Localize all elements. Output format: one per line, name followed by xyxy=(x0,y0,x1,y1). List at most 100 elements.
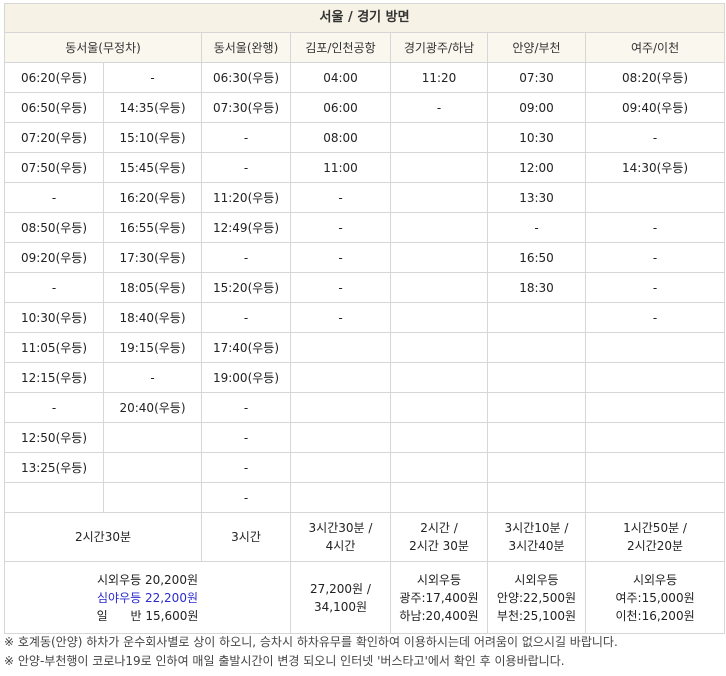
duration-line: 3시간40분 xyxy=(508,539,565,553)
schedule-cell xyxy=(390,302,488,333)
schedule-cell: 19:00(우등) xyxy=(201,362,291,393)
schedule-cell: - xyxy=(290,302,391,333)
schedule-cell xyxy=(487,302,586,333)
schedule-cell xyxy=(290,452,391,483)
fare-line: 27,200원 / xyxy=(310,581,371,596)
duration-line: 2시간 30분 xyxy=(409,539,469,553)
schedule-cell xyxy=(487,452,586,483)
schedule-cell xyxy=(103,422,202,453)
schedule-cell: 10:30(우등) xyxy=(4,302,104,333)
table-row: 06:20(우등) -06:30(우등) 04:00 11:20 07:30 08:20(… xyxy=(4,62,726,93)
duration-line: 4시간 xyxy=(325,539,356,553)
duration-anyang: 3시간10분 / 3시간40분 xyxy=(487,512,586,562)
fare-anyang: 시외우등 안양:22,500원 부천:25,100원 xyxy=(487,561,586,634)
schedule-cell: 06:20(우등) xyxy=(4,62,104,93)
schedule-cell: - xyxy=(201,242,291,273)
schedule-cell xyxy=(390,452,488,483)
schedule-cell: - xyxy=(4,392,104,423)
schedule-cell: - xyxy=(201,122,291,153)
schedule-cell xyxy=(290,482,391,513)
schedule-cell: 11:20 xyxy=(390,62,488,93)
schedule-cell: 16:50 xyxy=(487,242,586,273)
fare-line: 여주:15,000원 xyxy=(615,590,695,605)
schedule-cell: 17:40(우등) xyxy=(201,332,291,363)
schedule-cell: - xyxy=(584,302,726,333)
schedule-cell: 10:30 xyxy=(487,122,586,153)
schedule-cell xyxy=(584,422,726,453)
schedule-cell: - xyxy=(201,452,291,483)
schedule-cell xyxy=(103,452,202,483)
schedule-cell: 12:15(우등) xyxy=(4,362,104,393)
schedule-cell: 09:40(우등) xyxy=(584,92,726,123)
schedule-cell xyxy=(390,212,488,243)
schedule-cell: - xyxy=(584,272,726,303)
schedule-cell: 17:30(우등) xyxy=(103,242,202,273)
schedule-cell: - xyxy=(4,182,104,213)
schedule-cell xyxy=(290,362,391,393)
schedule-cell: 07:30(우등) xyxy=(201,92,291,123)
schedule-cell xyxy=(487,392,586,423)
schedule-cell xyxy=(390,332,488,363)
schedule-cell: 12:00 xyxy=(487,152,586,183)
schedule-cell: 15:10(우등) xyxy=(103,122,202,153)
fare-line: 광주:17,400원 xyxy=(399,590,479,605)
duration-gwangju: 2시간 / 2시간 30분 xyxy=(390,512,488,562)
schedule-cell: 20:40(우등) xyxy=(103,392,202,423)
notes: ※ 호계동(안양) 하차가 운수회사별로 상이 하오니, 승차시 하차유무를 확… xyxy=(4,633,724,671)
table-row: 06:50(우등) 14:35(우등) 07:30(우등) 06:00-09:00 09… xyxy=(4,92,726,123)
schedule-cell: 04:00 xyxy=(290,62,391,93)
schedule-cell xyxy=(390,392,488,423)
schedule-cell: - xyxy=(390,92,488,123)
schedule-cell: 09:00 xyxy=(487,92,586,123)
schedule-cell: - xyxy=(290,242,391,273)
schedule-cell: 07:20(우등) xyxy=(4,122,104,153)
duration-line: 3시간30분 / xyxy=(308,521,373,535)
schedule-cell xyxy=(290,392,391,423)
schedule-cell: 11:00 xyxy=(290,152,391,183)
header-anyang-bucheon: 안양/부천 xyxy=(487,32,586,63)
schedule-cell xyxy=(487,482,586,513)
schedule-cell: - xyxy=(584,242,726,273)
table-row: 09:20(우등) 17:30(우등) - -16:50- xyxy=(4,242,726,273)
fare-gwangju: 시외우등 광주:17,400원 하남:20,400원 xyxy=(390,561,488,634)
schedule-cell xyxy=(390,122,488,153)
schedule-cell: 06:00 xyxy=(290,92,391,123)
fare-line: 이천:16,200원 xyxy=(615,608,695,623)
schedule-cell xyxy=(584,452,726,483)
schedule-cell xyxy=(103,482,202,513)
duration-line: 3시간10분 / xyxy=(504,521,569,535)
fare-line: 시외우등 xyxy=(416,572,462,587)
duration-dongseoul-local: 3시간 xyxy=(201,512,291,562)
schedule-cell xyxy=(390,482,488,513)
schedule-cell: - xyxy=(201,392,291,423)
schedule-cell: 19:15(우등) xyxy=(103,332,202,363)
schedule-cell xyxy=(487,362,586,393)
fare-yeoju: 시외우등 여주:15,000원 이천:16,200원 xyxy=(584,561,726,634)
schedule-cell xyxy=(584,482,726,513)
schedule-cell: - xyxy=(201,482,291,513)
schedule-cell: 13:25(우등) xyxy=(4,452,104,483)
table-row: 10:30(우등) 18:40(우등) - - - xyxy=(4,302,726,333)
table-title: 서울 / 경기 방면 xyxy=(3,3,726,33)
fare-line: 시외우등 xyxy=(514,572,559,587)
fare-line: 안양:22,500원 xyxy=(496,590,577,605)
schedule-cell xyxy=(290,422,391,453)
fare-line: 시외우등 xyxy=(632,572,678,587)
schedule-cell: - xyxy=(290,182,391,213)
bus-timetable: 서울 / 경기 방면 동서울(무정차) 동서울(완행) 김포/인천공항 경기광주… xyxy=(3,3,726,634)
schedule-cell: 14:30(우등) xyxy=(584,152,726,183)
schedule-cell: - xyxy=(584,212,726,243)
table-row: 07:50(우등) 15:45(우등) -11:00 12:00 14:30(우등) xyxy=(4,152,726,183)
schedule-cell: 15:20(우등) xyxy=(201,272,291,303)
schedule-cell xyxy=(584,392,726,423)
table-row: 12:50(우등) - xyxy=(4,422,726,453)
table-row: 08:50(우등) 16:55(우등) 12:49(우등) - - - xyxy=(4,212,726,243)
schedule-cell: 12:50(우등) xyxy=(4,422,104,453)
duration-airport: 3시간30분 / 4시간 xyxy=(290,512,391,562)
fare-airport: 27,200원 / 34,100원 xyxy=(290,561,391,634)
schedule-cell: 18:30 xyxy=(487,272,586,303)
schedule-cell: - xyxy=(487,212,586,243)
schedule-cell: 16:20(우등) xyxy=(103,182,202,213)
table-row: -18:05(우등) 15:20(우등) -18:30- xyxy=(4,272,726,303)
schedule-cell: - xyxy=(201,152,291,183)
